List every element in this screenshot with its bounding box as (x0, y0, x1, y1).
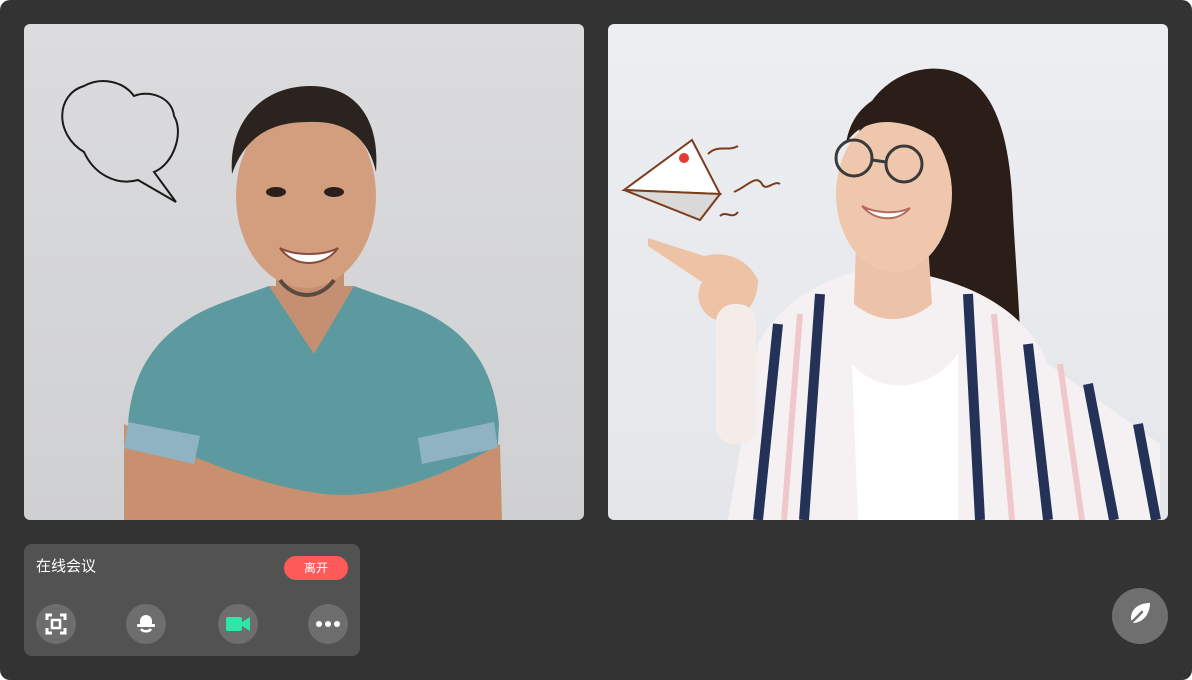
microphone-button[interactable] (126, 604, 166, 644)
meeting-control-panel: 在线会议 离开 (24, 544, 360, 656)
leave-button[interactable]: 离开 (284, 556, 348, 580)
participant-video-2[interactable] (608, 24, 1168, 520)
meeting-title: 在线会议 (36, 558, 97, 575)
video-camera-icon (225, 614, 251, 634)
leaf-action-button[interactable] (1112, 588, 1168, 644)
meeting-window: 在线会议 离开 (0, 0, 1192, 680)
more-icon (315, 620, 341, 628)
participant-video-1-image (61, 80, 502, 520)
leaf-icon (1127, 601, 1153, 632)
participant-video-1[interactable] (24, 24, 584, 520)
more-button[interactable] (308, 604, 348, 644)
microphone-muted-icon (135, 613, 157, 635)
screen-capture-icon (45, 613, 67, 635)
video-camera-button[interactable] (218, 604, 258, 644)
participant-video-2-image (621, 68, 1161, 520)
screen-capture-button[interactable] (36, 604, 76, 644)
